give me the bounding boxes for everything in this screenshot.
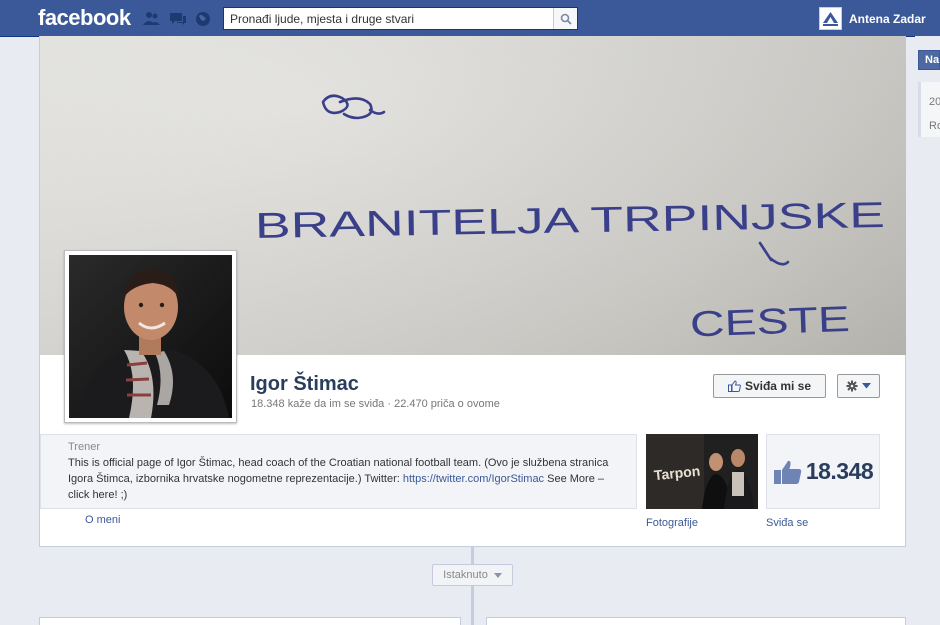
about-description: This is official page of Igor Štimac, he… (68, 457, 609, 501)
account-name[interactable]: Antena Zadar (849, 12, 926, 26)
top-bar: facebook Antena Zadar (0, 0, 940, 37)
likes-box[interactable]: 18.348 (766, 434, 880, 509)
timeline-filter-dropdown[interactable]: Istaknuto (432, 564, 513, 586)
timeline-filter-label: Istaknuto (443, 569, 488, 581)
likes-count: 18.348 (805, 458, 874, 484)
category-label: Trener (68, 441, 100, 453)
timeline-post-left (39, 617, 461, 625)
photos-link[interactable]: Fotografije (646, 517, 698, 529)
thumbs-up-icon (773, 460, 802, 484)
sidebar-nav-year[interactable]: 20 (929, 96, 940, 108)
notifications-globe-icon[interactable] (195, 11, 211, 27)
like-button-label: Sviđa mi se (744, 379, 812, 393)
cover-line-1: BRANITELJA TRPINJSKE (255, 194, 886, 246)
gear-icon (846, 380, 858, 392)
about-tab-link[interactable]: O meni (85, 514, 120, 526)
search-input[interactable] (224, 8, 549, 29)
page-header-card: BRANITELJA TRPINJSKE CESTE Igor Štimac 1… (39, 36, 906, 547)
about-box: Trener This is official page of Igor Šti… (40, 434, 637, 509)
sidebar-nav-born[interactable]: Ro (929, 120, 940, 132)
page-title[interactable]: Igor Štimac (250, 373, 359, 396)
messages-icon[interactable] (169, 11, 186, 27)
search-button[interactable] (553, 8, 577, 29)
sidebar-button[interactable]: Na (918, 50, 940, 70)
thumbs-up-icon (727, 380, 741, 392)
cover-line-2: CESTE (689, 298, 850, 345)
twitter-link[interactable]: https://twitter.com/IgorStimac (403, 473, 544, 485)
account-link[interactable]: Antena Zadar (819, 7, 926, 30)
friend-requests-icon[interactable] (143, 11, 160, 27)
like-button[interactable]: Sviđa mi se (713, 374, 826, 398)
likes-link[interactable]: Sviđa se (766, 517, 808, 529)
timeline-post-right (486, 617, 906, 625)
search-box[interactable] (223, 7, 578, 30)
search-icon (560, 13, 572, 25)
chevron-down-icon (493, 572, 502, 578)
chevron-down-icon (862, 383, 871, 389)
account-avatar[interactable] (819, 7, 842, 30)
page-options-button[interactable] (837, 374, 880, 398)
timeline-spine (471, 547, 474, 625)
photos-thumbnail[interactable]: Tarpon (646, 434, 758, 509)
profile-picture[interactable] (64, 250, 237, 423)
facebook-logo[interactable]: facebook (38, 5, 131, 31)
page-stats: 18.348 kaže da im se sviđa · 22.470 prič… (251, 398, 500, 410)
